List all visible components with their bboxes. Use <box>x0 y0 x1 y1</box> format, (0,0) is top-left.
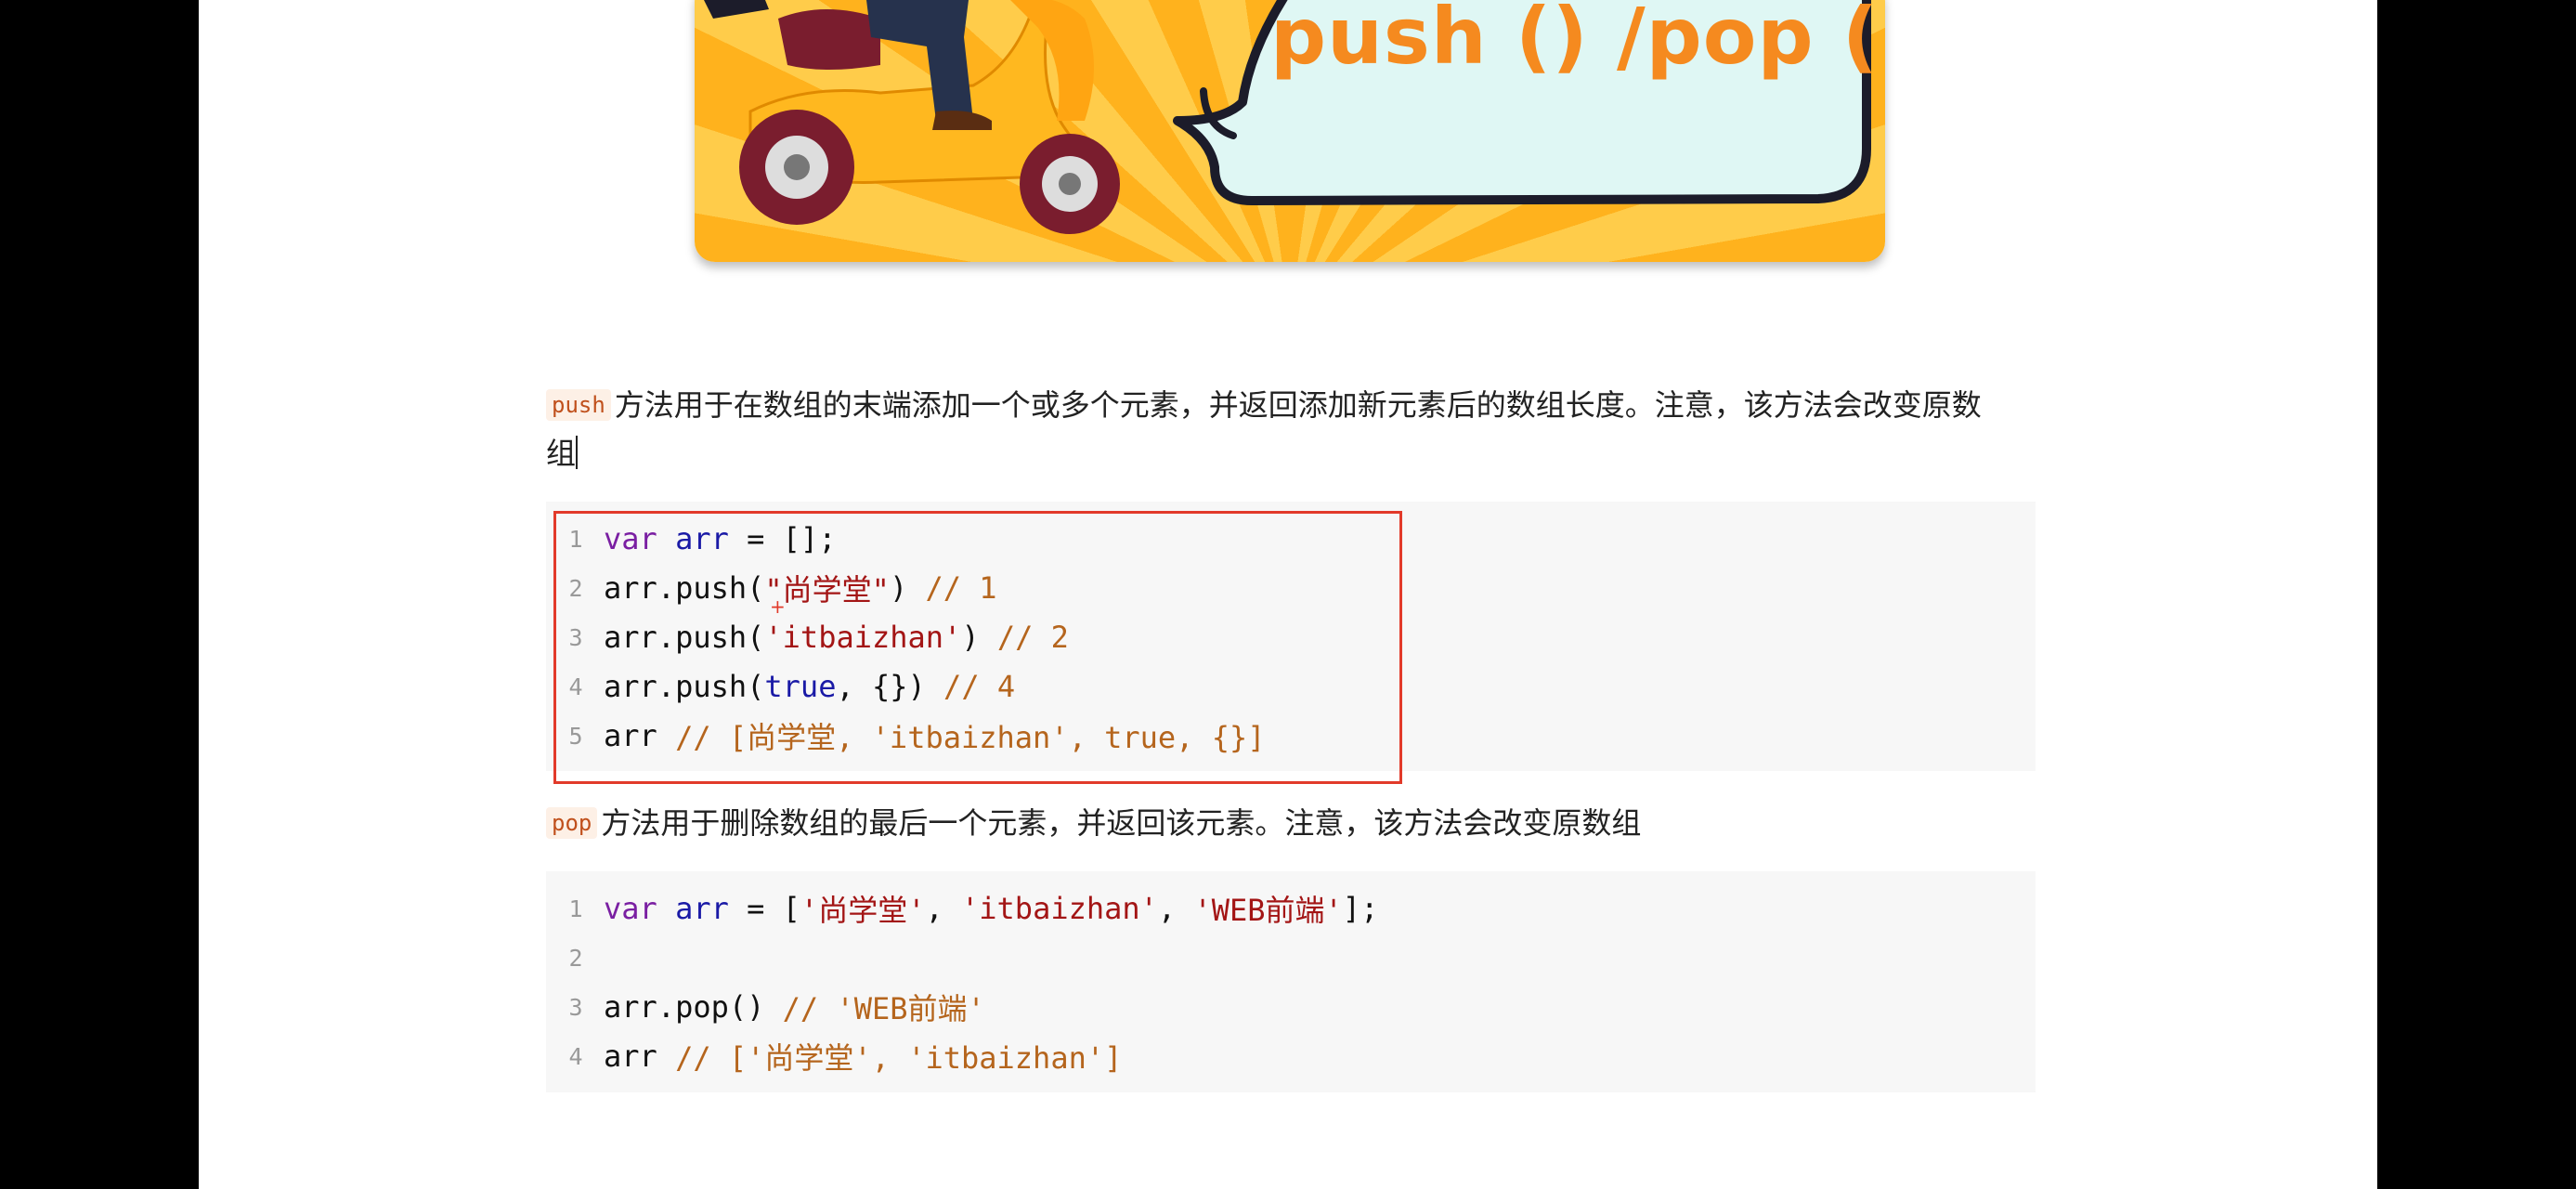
code-line: 2 <box>546 934 604 982</box>
line-number: 2 <box>568 944 583 972</box>
banner-title: push () /pop () <box>1270 0 1885 82</box>
push-description-line2: 组 <box>546 436 577 471</box>
code-token: = [ <box>728 891 800 926</box>
code-token: // 'WEB前端' <box>782 991 985 1026</box>
red-highlight-box <box>553 511 1402 784</box>
text-cursor <box>576 436 579 469</box>
pop-description-text: 方法用于删除数组的最后一个元素，并返回该元素。注意，该方法会改变原数组 <box>601 805 1642 841</box>
code-token: 'itbaizhan' <box>961 891 1158 926</box>
illustration-banner: push () /pop () <box>695 0 1885 262</box>
pop-code-block[interactable]: 1 var arr = ['尚学堂', 'itbaizhan', 'WEB前端']… <box>546 871 2036 1092</box>
code-token: , <box>925 891 961 926</box>
code-token: var <box>604 891 657 926</box>
code-token: ]; <box>1342 891 1379 926</box>
pop-inline-code: pop <box>546 807 598 839</box>
code-token: arr <box>604 1039 676 1074</box>
code-token: arr.pop() <box>604 989 783 1025</box>
pop-description: pop 方法用于删除数组的最后一个元素，并返回该元素。注意，该方法会改变原数组 <box>546 799 2032 847</box>
code-token: 'WEB前端' <box>1193 893 1343 928</box>
push-description: push 方法用于在数组的末端添加一个或多个元素，并返回添加新元素后的数组长度。注… <box>546 381 2032 477</box>
push-inline-code: push <box>546 389 611 421</box>
code-line: 4 arr // ['尚学堂', 'itbaizhan'] <box>546 1032 1122 1080</box>
code-line: 1 var arr = ['尚学堂', 'itbaizhan', 'WEB前端']… <box>546 884 1378 933</box>
mouse-cursor-icon: + <box>770 595 786 618</box>
code-line: 3 arr.pop() // 'WEB前端' <box>546 983 985 1031</box>
watermark-text: 尚学堂百战程序员 <box>240 59 642 114</box>
code-token: // ['尚学堂', 'itbaizhan'] <box>675 1040 1123 1076</box>
line-number: 1 <box>568 895 583 922</box>
line-number: 4 <box>568 1042 583 1070</box>
line-number: 3 <box>568 993 583 1021</box>
code-token: '尚学堂' <box>800 893 926 928</box>
code-token: arr <box>675 891 729 926</box>
code-token: , <box>1157 891 1194 926</box>
push-description-line1: 方法用于在数组的末端添加一个或多个元素，并返回添加新元素后的数组长度。注意，该方… <box>614 387 1982 423</box>
